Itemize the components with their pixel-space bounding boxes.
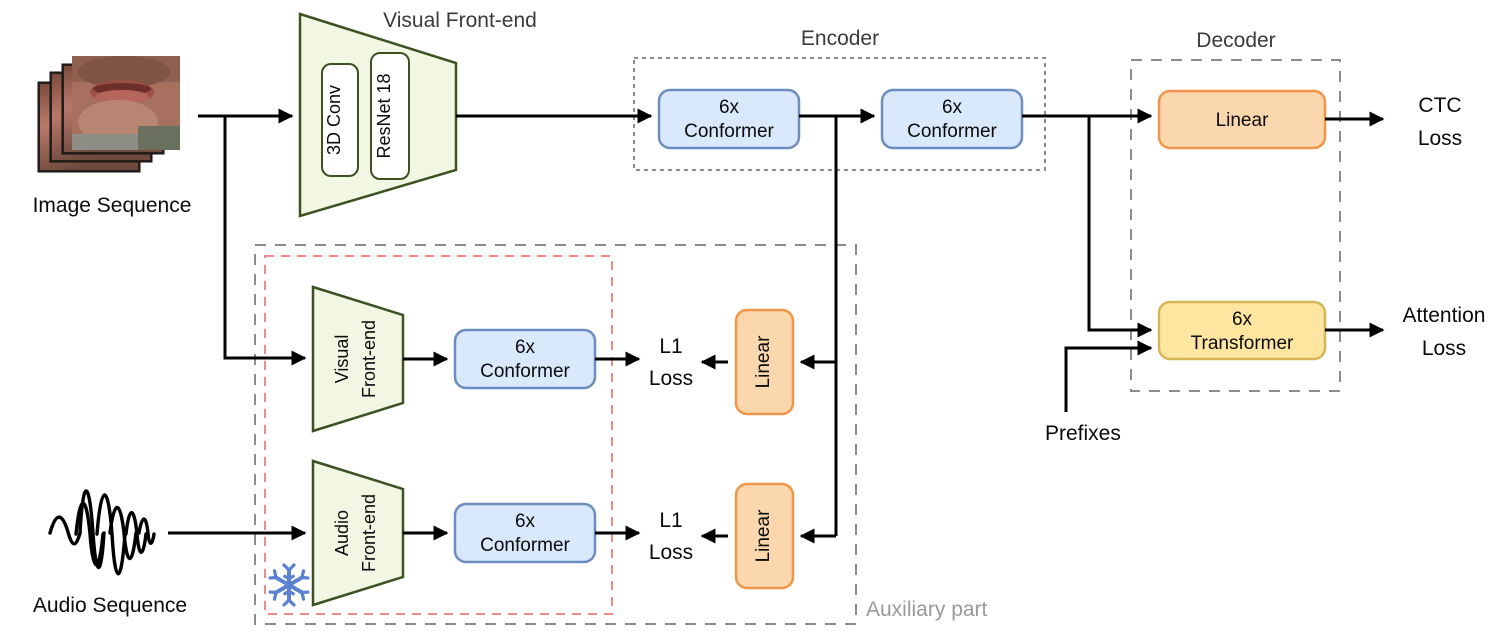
aux-conformer-visual-line1: 6x	[515, 337, 536, 358]
decoder-linear-label: Linear	[1216, 110, 1269, 131]
resnet18-label: ResNet 18	[374, 73, 394, 158]
aux-linear-visual-block: Linear	[734, 308, 795, 416]
architecture-diagram-canvas: Image Sequence Visual Front-end 3D Conv …	[0, 0, 1501, 634]
image-frame-front	[72, 56, 180, 150]
aux-audio-frontend-block: Audio Front-end	[311, 459, 405, 607]
attention-loss-line2: Loss	[1422, 337, 1466, 360]
attention-loss-line1: Attention	[1403, 304, 1486, 327]
aux-conformer-audio: 6x Conformer	[453, 502, 597, 564]
decoder-transformer-line1: 6x	[1232, 309, 1253, 330]
encoder-title: Encoder	[801, 27, 879, 50]
l1-loss-top-line1: L1	[659, 335, 682, 358]
image-sequence-stack: Image Sequence	[33, 56, 192, 217]
aux-visual-frontend-line2: Front-end	[359, 320, 379, 398]
l1-loss-bottom-line1: L1	[659, 509, 682, 532]
aux-audio-frontend-line2: Front-end	[359, 494, 379, 572]
decoder-title: Decoder	[1196, 29, 1275, 52]
aux-linear-audio-block: Linear	[734, 482, 795, 590]
arrow-encoder-to-decoder-transformer	[1087, 116, 1153, 338]
encoder-conformer-1-line2: Conformer	[684, 121, 774, 142]
aux-visual-frontend-line1: Visual	[332, 335, 352, 384]
l1-loss-bottom-line2: Loss	[649, 541, 693, 564]
aux-audio-frontend-line1: Audio	[332, 510, 352, 556]
decoder-transformer-block: 6x Transformer	[1157, 300, 1327, 361]
encoder-conformer-2: 6x Conformer	[880, 88, 1024, 150]
auxiliary-part-label: Auxiliary part	[866, 598, 988, 621]
aux-linear-visual-label: Linear	[753, 335, 774, 388]
aux-conformer-audio-line2: Conformer	[480, 535, 570, 556]
ctc-loss-line2: Loss	[1418, 127, 1462, 150]
encoder-conformer-2-line2: Conformer	[907, 121, 997, 142]
aux-conformer-visual: 6x Conformer	[453, 328, 597, 390]
conv3d-label: 3D Conv	[324, 85, 344, 155]
encoder-conformer-1: 6x Conformer	[657, 88, 801, 150]
aux-conformer-audio-line1: 6x	[515, 511, 536, 532]
encoder-conformer-1-line1: 6x	[719, 97, 740, 118]
prefixes-label: Prefixes	[1045, 422, 1121, 445]
aux-linear-audio-label: Linear	[753, 509, 774, 562]
architecture-diagram-svg: Image Sequence Visual Front-end 3D Conv …	[33, 9, 1486, 625]
waveform-icon	[48, 489, 156, 576]
visual-frontend-block: 3D Conv ResNet 18	[298, 12, 458, 218]
encoder-conformer-2-line1: 6x	[942, 97, 963, 118]
aux-visual-frontend-block: Visual Front-end	[311, 285, 405, 433]
arrow-prefixes-to-transformer	[1064, 340, 1153, 412]
decoder-linear-block: Linear	[1157, 89, 1327, 150]
visual-frontend-title: Visual Front-end	[383, 9, 537, 32]
audio-sequence-label: Audio Sequence	[33, 594, 187, 617]
ctc-loss-line1: CTC	[1418, 94, 1461, 117]
image-sequence-label: Image Sequence	[33, 194, 192, 217]
l1-loss-top-line2: Loss	[649, 367, 693, 390]
decoder-transformer-line2: Transformer	[1191, 333, 1294, 354]
aux-conformer-visual-line2: Conformer	[480, 361, 570, 382]
snowflake-icon	[268, 563, 310, 607]
